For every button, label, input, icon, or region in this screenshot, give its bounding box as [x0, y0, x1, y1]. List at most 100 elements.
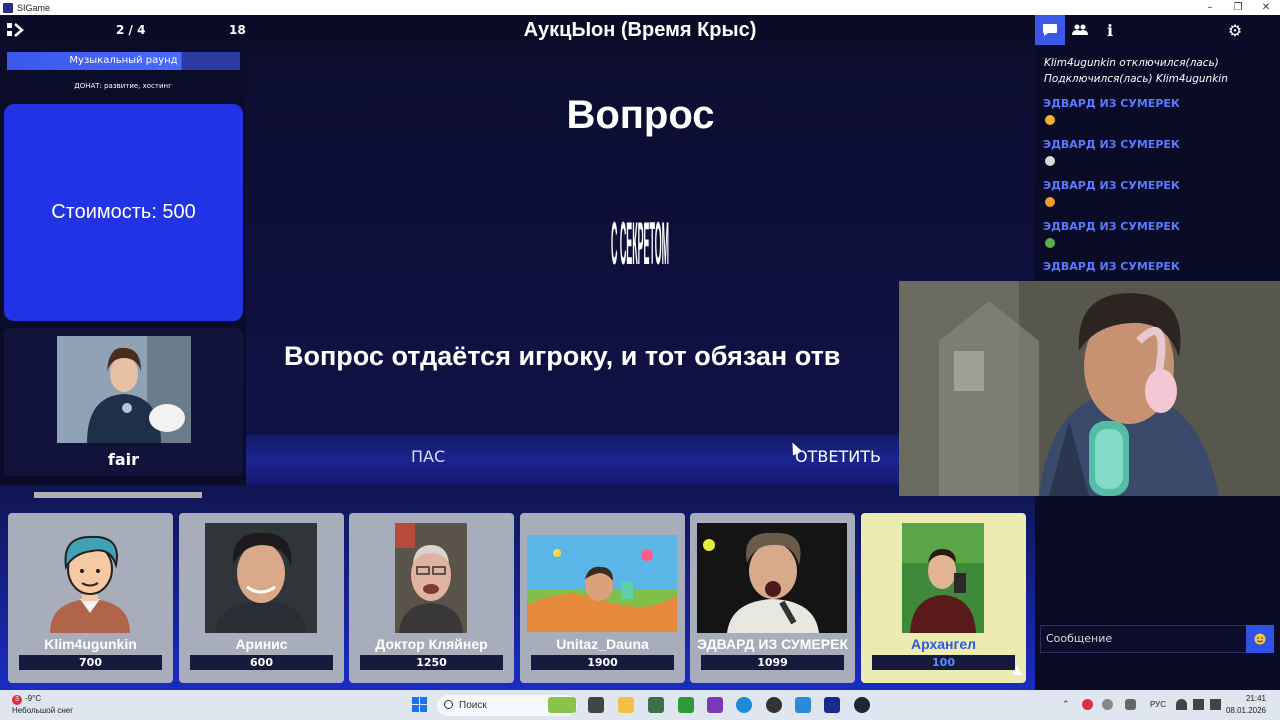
player-avatar	[395, 523, 467, 633]
restore-icon[interactable]: ❐	[1224, 0, 1252, 15]
steam-icon[interactable]	[854, 697, 870, 713]
chat-system-message: Klim4ugunkin отключился(лась)	[1044, 57, 1219, 69]
microphone-icon[interactable]	[1125, 699, 1136, 710]
player-avatar	[902, 523, 984, 633]
info-icon: i	[1106, 20, 1114, 40]
obs-icon[interactable]	[766, 697, 782, 713]
cost-label: Стоимость: 500	[51, 201, 196, 223]
chat-author[interactable]: ЭДВАРД ИЗ СУМЕРЕК	[1043, 138, 1180, 151]
window-titlebar: SIGame – ❐ ✕	[0, 0, 1280, 15]
wifi-icon[interactable]	[1176, 699, 1187, 710]
host-card: fair	[4, 328, 243, 476]
players-count: 18	[229, 23, 246, 37]
emoji-icon	[1045, 197, 1055, 207]
tab-chat[interactable]	[1035, 15, 1065, 45]
player-avatar	[34, 523, 146, 633]
host-avatar	[57, 336, 191, 443]
taskbar: 3 -9°C Небольшой снег Поиск ⌃ РУС 21:41 0…	[0, 690, 1280, 720]
player-name: Unitaz_Dauna	[556, 636, 649, 652]
player-card[interactable]: Unitaz_Dauna 1900	[520, 513, 685, 683]
menu-icon[interactable]	[6, 21, 24, 39]
question-text: Вопрос отдаётся игроку, и тот обязан отв	[284, 341, 841, 371]
input-language[interactable]: РУС	[1150, 700, 1166, 709]
player-avatar	[205, 523, 317, 633]
host-stand	[34, 492, 202, 498]
edge-icon[interactable]	[736, 697, 752, 713]
game-title: АукцЫон (Время Крыс)	[523, 19, 757, 41]
chat-author[interactable]: ЭДВАРД ИЗ СУМЕРЕК	[1043, 220, 1180, 233]
task-view-icon[interactable]	[588, 697, 604, 713]
player-name: Klim4ugunkin	[44, 636, 137, 652]
weather-description: Небольшой снег	[12, 706, 74, 715]
player-name: Аринис	[235, 636, 288, 652]
tab-players[interactable]	[1065, 15, 1095, 45]
tab-info[interactable]: i	[1095, 15, 1125, 45]
chat-author[interactable]: ЭДВАРД ИЗ СУМЕРЕК	[1043, 260, 1180, 273]
temperature: -9°C	[25, 694, 42, 703]
player-name: Доктор Кляйнер	[375, 636, 488, 652]
question-logo-text: С СЕКРЕТОМ	[611, 210, 669, 277]
player-score: 1099	[701, 655, 844, 670]
chat-author[interactable]: ЭДВАРД ИЗ СУМЕРЕК	[1043, 179, 1180, 192]
player-score: 100	[872, 655, 1015, 670]
app-icon	[3, 2, 13, 13]
windows-start-icon[interactable]	[412, 697, 427, 712]
player-score: 1900	[531, 655, 674, 670]
player-score: 1250	[360, 655, 503, 670]
app-icon[interactable]	[795, 697, 811, 713]
chevron-up-icon[interactable]: ⌃	[1062, 699, 1073, 710]
clock[interactable]: 21:41 08.01.2026	[1226, 693, 1266, 717]
tray-app-icon[interactable]	[1082, 699, 1093, 710]
question-heading: Вопрос	[566, 93, 715, 137]
app-icon[interactable]	[648, 697, 664, 713]
player-card[interactable]: Аринис 600	[179, 513, 344, 683]
host-name: fair	[107, 450, 140, 469]
sigame-icon[interactable]	[824, 697, 840, 713]
webcam-overlay	[899, 281, 1280, 496]
file-explorer-icon[interactable]	[618, 697, 634, 713]
question-logo: С СЕКРЕТОМ	[611, 210, 669, 277]
answer-button[interactable]: ОТВЕТИТЬ	[795, 447, 881, 466]
volume-icon[interactable]	[1193, 699, 1204, 710]
widget-icon[interactable]	[548, 697, 576, 713]
minimize-icon[interactable]: –	[1196, 0, 1224, 15]
close-icon[interactable]: ✕	[1252, 0, 1280, 15]
side-tabbar: i ⚙	[1035, 15, 1280, 45]
gear-icon: ⚙	[1227, 20, 1243, 40]
chat-message-input[interactable]: Сообщение	[1040, 625, 1247, 653]
player-card[interactable]: Klim4ugunkin 700	[8, 513, 173, 683]
person-icon: ♟	[1011, 664, 1023, 679]
chat-author[interactable]: ЭДВАРД ИЗ СУМЕРЕК	[1043, 97, 1180, 110]
settings-button[interactable]: ⚙	[1220, 15, 1250, 45]
player-name: ЭДВАРД ИЗ СУМЕРЕК	[696, 636, 848, 652]
player-avatar	[527, 535, 677, 632]
players-panel: Klim4ugunkin 700 Аринис 600 Доктор Кляйн…	[0, 485, 1035, 690]
search-label: Поиск	[459, 700, 487, 711]
app-icon[interactable]	[707, 697, 723, 713]
window-controls: – ❐ ✕	[1196, 0, 1280, 15]
chat-system-message: Подключился(лась) Klim4ugunkin	[1044, 73, 1228, 85]
clock-time: 21:41	[1245, 694, 1266, 703]
emoji-icon	[1045, 115, 1055, 125]
pass-button[interactable]: ПАС	[411, 447, 445, 466]
cost-card: Стоимость: 500	[4, 104, 243, 321]
emoji-picker-button[interactable]	[1246, 625, 1274, 653]
chat-icon	[1043, 24, 1057, 36]
people-icon	[1072, 24, 1088, 35]
xbox-icon[interactable]	[678, 697, 694, 713]
player-card-active[interactable]: Архангел 100 ♟	[861, 513, 1026, 683]
left-panel: Музыкальный раунд ДОНАТ: развитие, хости…	[0, 45, 246, 480]
round-name: Музыкальный раунд	[7, 52, 240, 70]
battery-icon[interactable]	[1210, 699, 1221, 710]
round-counter: 2 / 4	[116, 23, 146, 37]
donate-link[interactable]: ДОНАТ: развитие, хостинг	[0, 82, 246, 90]
weather-widget[interactable]: 3 -9°C Небольшой снег	[12, 693, 73, 716]
player-name: Архангел	[910, 636, 977, 652]
player-card[interactable]: Доктор Кляйнер 1250	[349, 513, 514, 683]
tray-app-icon[interactable]	[1102, 699, 1113, 710]
window-title: SIGame	[17, 2, 51, 13]
clock-date: 08.01.2026	[1225, 706, 1266, 715]
emoji-icon	[1045, 156, 1055, 166]
smile-icon	[1254, 633, 1266, 645]
player-card[interactable]: ЭДВАРД ИЗ СУМЕРЕК 1099	[690, 513, 855, 683]
